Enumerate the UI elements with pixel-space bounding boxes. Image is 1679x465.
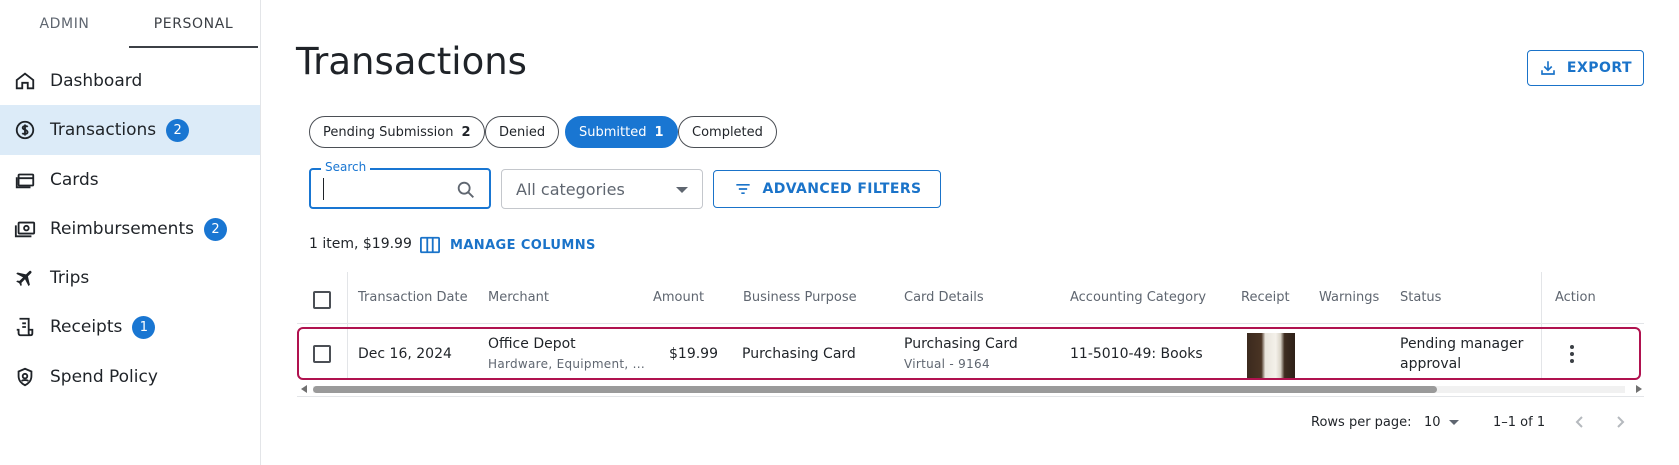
receipt-icon [14, 316, 36, 338]
row-checkbox[interactable] [313, 345, 331, 363]
scroll-left-icon[interactable] [301, 385, 307, 393]
sidebar-item-spend-policy[interactable]: Spend Policy [0, 352, 260, 402]
sidebar-item-receipts[interactable]: Receipts 1 [0, 302, 260, 352]
sidebar-item-trips[interactable]: Trips [0, 253, 260, 303]
chip-count: 1 [654, 124, 664, 140]
count-badge: 2 [166, 118, 190, 142]
scroll-right-icon[interactable] [1636, 385, 1642, 393]
manage-columns-button[interactable]: MANAGE COLUMNS [420, 236, 596, 254]
search-field[interactable]: Search [309, 160, 491, 209]
sidebar-item-reimbursements[interactable]: Reimbursements 2 [0, 204, 260, 254]
scrollbar-thumb[interactable] [313, 386, 1437, 393]
export-button[interactable]: EXPORT [1527, 50, 1644, 86]
category-select-value: All categories [516, 179, 625, 199]
column-header[interactable]: Accounting Category [1070, 290, 1206, 305]
column-header[interactable]: Warnings [1319, 290, 1379, 305]
page-range: 1–1 of 1 [1493, 415, 1546, 430]
tab-admin[interactable]: ADMIN [0, 0, 129, 48]
search-icon[interactable] [455, 179, 477, 201]
chip-label: Submitted [579, 124, 647, 140]
table-row[interactable]: Dec 16, 2024 Office Depot Hardware, Equi… [297, 327, 1641, 380]
results-summary: 1 item, $19.99 [309, 236, 412, 252]
status-line-1: Pending manager [1400, 336, 1524, 352]
search-input[interactable] [323, 178, 443, 200]
more-options-icon[interactable] [1569, 345, 1575, 365]
column-header[interactable]: Merchant [488, 290, 549, 305]
column-header[interactable]: Business Purpose [743, 290, 857, 305]
advanced-filters-label: ADVANCED FILTERS [762, 181, 922, 197]
chevron-down-icon [1448, 420, 1459, 425]
filter-icon [735, 184, 750, 194]
status-line-2: approval [1400, 356, 1462, 372]
column-header[interactable]: Status [1400, 290, 1441, 305]
chevron-down-icon [676, 187, 688, 193]
merchant-category: Hardware, Equipment, ... [488, 357, 645, 371]
dollar-circle-icon [14, 119, 36, 141]
chip-pending-submission[interactable]: Pending Submission 2 [309, 116, 485, 148]
table-header: Transaction Date Merchant Amount Busines… [297, 272, 1644, 324]
card-number: Virtual - 9164 [904, 357, 990, 371]
manage-columns-label: MANAGE COLUMNS [450, 237, 596, 253]
role-tabs: ADMIN PERSONAL [0, 0, 260, 48]
export-label: EXPORT [1566, 60, 1633, 76]
home-icon [14, 70, 36, 92]
chip-label: Completed [692, 124, 763, 140]
shield-icon [14, 366, 36, 388]
select-all-checkbox[interactable] [313, 291, 331, 309]
sidebar-item-dashboard[interactable]: Dashboard [0, 56, 260, 106]
merchant-name: Office Depot [488, 336, 576, 352]
rows-per-page-label: Rows per page: [1311, 415, 1412, 430]
category-select[interactable]: All categories [501, 169, 703, 209]
count-badge: 1 [132, 315, 156, 339]
search-legend: Search [321, 160, 371, 174]
sidebar-item-cards[interactable]: Cards [0, 155, 260, 205]
advanced-filters-button[interactable]: ADVANCED FILTERS [713, 170, 941, 208]
chip-label: Denied [499, 124, 546, 140]
horizontal-scrollbar[interactable] [297, 384, 1644, 394]
transaction-date: Dec 16, 2024 [358, 346, 452, 362]
sidebar-item-label: Spend Policy [50, 367, 158, 387]
next-page-icon[interactable] [1610, 412, 1630, 432]
chip-submitted[interactable]: Submitted 1 [565, 116, 678, 148]
business-purpose: Purchasing Card [742, 346, 856, 362]
column-header[interactable]: Card Details [904, 290, 984, 305]
column-header[interactable]: Receipt [1241, 290, 1290, 305]
count-badge: 2 [203, 217, 227, 241]
sidebar-item-label: Trips [50, 268, 90, 288]
download-icon [1541, 61, 1555, 75]
receipt-thumbnail[interactable] [1247, 333, 1295, 378]
column-header[interactable]: Transaction Date [358, 290, 468, 305]
sidebar-item-label: Reimbursements [50, 219, 194, 239]
chip-count: 2 [461, 124, 471, 140]
cash-icon [14, 218, 36, 240]
rows-per-page-select[interactable]: 10 [1424, 415, 1459, 430]
column-header[interactable]: Amount [653, 290, 704, 305]
page-title: Transactions [296, 40, 527, 83]
chip-denied[interactable]: Denied [485, 116, 560, 148]
sidebar-item-label: Cards [50, 170, 99, 190]
chip-completed[interactable]: Completed [678, 116, 777, 148]
table-divider [297, 396, 1644, 397]
accounting-category: 11-5010-49: Books [1070, 346, 1203, 362]
sidebar-item-label: Transactions [50, 120, 157, 140]
chip-label: Pending Submission [323, 124, 454, 140]
cards-icon [14, 169, 36, 191]
airplane-icon [14, 267, 36, 289]
amount: $19.99 [669, 346, 718, 362]
transactions-table: Transaction Date Merchant Amount Busines… [297, 272, 1644, 397]
previous-page-icon[interactable] [1570, 412, 1590, 432]
column-header: Action [1555, 290, 1596, 305]
columns-icon [420, 236, 440, 254]
sidebar-item-label: Dashboard [50, 71, 143, 91]
sidebar: ADMIN PERSONAL Dashboard Transactions 2 … [0, 0, 261, 465]
sidebar-item-label: Receipts [50, 317, 123, 337]
card-name: Purchasing Card [904, 336, 1018, 352]
sidebar-item-transactions[interactable]: Transactions 2 [0, 105, 260, 155]
tab-personal[interactable]: PERSONAL [129, 0, 258, 48]
rows-per-page-value: 10 [1424, 415, 1441, 430]
